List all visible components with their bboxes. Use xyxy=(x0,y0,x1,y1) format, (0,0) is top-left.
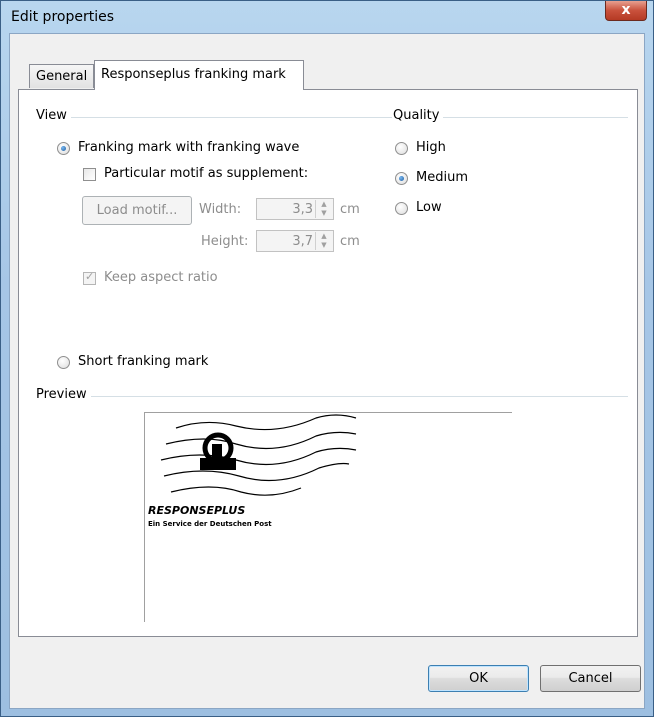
height-label: Height: xyxy=(201,234,249,249)
quality-medium-radio[interactable] xyxy=(395,172,408,185)
width-spin-arrows[interactable]: ▲ ▼ xyxy=(315,200,332,218)
franking-wave-label[interactable]: Franking mark with franking wave xyxy=(78,140,299,155)
load-motif-button[interactable]: Load motif... xyxy=(82,196,192,225)
height-spinner[interactable]: 3,7 ▲ ▼ xyxy=(256,230,334,252)
short-franking-radio[interactable] xyxy=(57,356,70,369)
wave-line xyxy=(175,414,357,431)
tab-general[interactable]: General xyxy=(29,64,94,88)
width-label: Width: xyxy=(199,202,242,217)
short-franking-label[interactable]: Short franking mark xyxy=(78,354,208,369)
preview-brand-text: RESPONSEPLUS xyxy=(148,504,246,517)
width-unit: cm xyxy=(340,202,360,217)
preview-top-border xyxy=(144,412,512,413)
preview-area: RESPONSEPLUS Ein Service der Deutschen P… xyxy=(144,412,512,622)
wave-line xyxy=(165,431,357,450)
cancel-button[interactable]: Cancel xyxy=(540,665,641,692)
checkmark-icon: ✓ xyxy=(85,270,95,283)
view-group-label: View xyxy=(36,108,71,123)
spin-down-icon[interactable]: ▼ xyxy=(316,209,332,218)
spin-up-icon[interactable]: ▲ xyxy=(316,232,332,241)
load-motif-button-label: Load motif... xyxy=(96,203,178,218)
franking-wave-graphic xyxy=(160,414,357,496)
tab-general-label: General xyxy=(36,69,88,84)
wave-line xyxy=(160,447,357,466)
preview-subtitle-text: Ein Service der Deutschen Post xyxy=(148,520,272,528)
close-icon: x xyxy=(621,2,631,18)
window-title: Edit properties xyxy=(11,9,115,25)
preview-left-border xyxy=(144,412,145,622)
ok-button-label: OK xyxy=(469,671,488,686)
keep-aspect-checkbox[interactable]: ✓ xyxy=(83,270,96,285)
width-spinner[interactable]: 3,3 ▲ ▼ xyxy=(256,198,334,220)
particular-motif-checkbox[interactable] xyxy=(83,168,96,181)
ok-button[interactable]: OK xyxy=(428,665,529,692)
preview-group-label: Preview xyxy=(36,387,91,402)
tab-responseplus-franking-mark[interactable]: Responseplus franking mark xyxy=(94,60,304,90)
particular-motif-label[interactable]: Particular motif as supplement: xyxy=(104,166,308,181)
wave-line xyxy=(170,486,302,496)
tab-responseplus-label: Responseplus franking mark xyxy=(101,67,286,82)
quality-high-radio[interactable] xyxy=(395,142,408,155)
spin-down-icon[interactable]: ▼ xyxy=(316,241,332,250)
franking-wave-radio[interactable] xyxy=(57,142,70,155)
title-bar: Edit properties x xyxy=(1,1,653,33)
quality-high-label[interactable]: High xyxy=(416,140,446,155)
close-button[interactable]: x xyxy=(605,1,647,21)
quality-medium-label[interactable]: Medium xyxy=(416,170,468,185)
keep-aspect-label[interactable]: Keep aspect ratio xyxy=(104,270,218,285)
preview-group-line xyxy=(40,396,628,397)
height-value: 3,7 xyxy=(292,234,313,249)
spin-up-icon[interactable]: ▲ xyxy=(316,200,332,209)
cancel-button-label: Cancel xyxy=(568,671,613,686)
width-value: 3,3 xyxy=(292,202,313,217)
quality-group-label: Quality xyxy=(393,108,444,123)
quality-low-label[interactable]: Low xyxy=(416,200,442,215)
height-spin-arrows[interactable]: ▲ ▼ xyxy=(315,232,332,250)
quality-low-radio[interactable] xyxy=(395,202,408,215)
height-unit: cm xyxy=(340,234,360,249)
view-group-line xyxy=(40,117,392,118)
wave-line xyxy=(163,462,350,482)
